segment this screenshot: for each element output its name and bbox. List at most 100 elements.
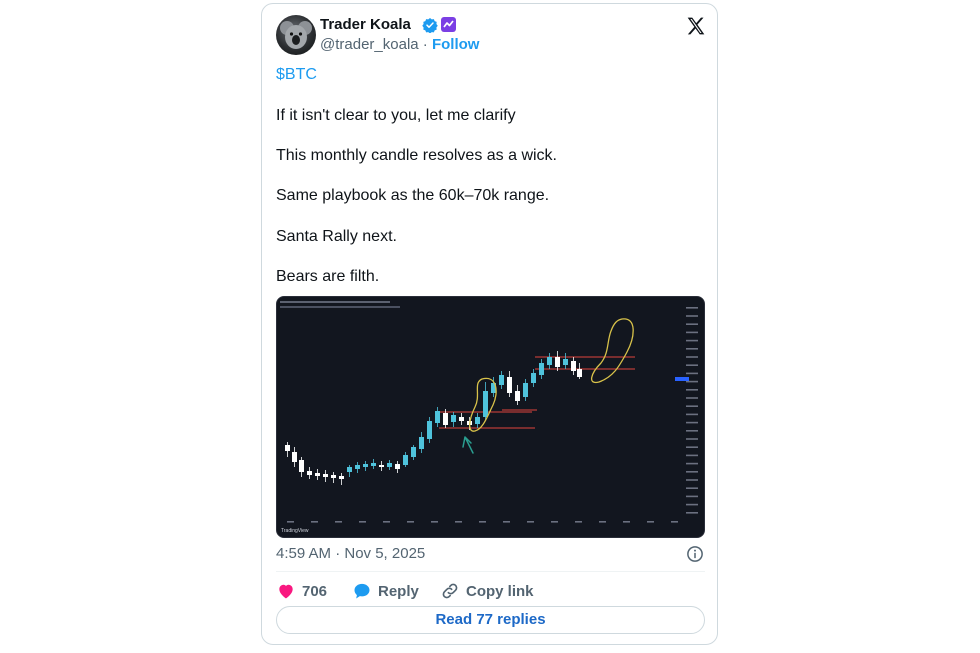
candle-body xyxy=(515,391,520,401)
candle-body xyxy=(555,357,560,367)
price-axis xyxy=(686,307,698,514)
time-axis-tick xyxy=(359,521,366,523)
price-axis-tick xyxy=(686,331,698,334)
time-axis-tick xyxy=(335,521,342,523)
price-axis-tick xyxy=(686,487,698,489)
like-count: 706 xyxy=(302,582,328,600)
candle-body xyxy=(339,476,344,479)
time-axis-tick xyxy=(575,521,582,523)
candle-body xyxy=(435,411,440,423)
price-axis-tick xyxy=(686,339,698,342)
price-axis-tick xyxy=(686,471,698,473)
candle-body xyxy=(531,373,536,383)
reply-bubble-icon xyxy=(354,583,370,599)
candle-body xyxy=(443,413,448,425)
candle-body xyxy=(499,375,504,385)
price-axis-tick xyxy=(686,421,698,424)
price-axis-tick xyxy=(686,503,698,506)
reply-button[interactable]: Reply xyxy=(352,581,419,601)
x-logo-icon[interactable] xyxy=(686,16,706,36)
reply-label: Reply xyxy=(378,582,419,600)
time-axis-tick xyxy=(479,521,486,523)
time-axis-tick xyxy=(383,521,390,523)
tradingview-watermark: TradingView xyxy=(281,528,309,534)
tweet-line-4: Santa Rally next. xyxy=(276,228,397,245)
affiliate-badge-icon xyxy=(441,17,456,32)
candle-body xyxy=(563,359,568,365)
tweet-line-1: If it isn't clear to you, let me clarify xyxy=(276,107,516,124)
candle-body xyxy=(459,417,464,421)
time-axis-tick xyxy=(311,521,318,523)
candle-body xyxy=(539,363,544,375)
like-button[interactable]: 706 xyxy=(276,581,327,601)
price-axis-tick xyxy=(686,413,698,416)
candle-body xyxy=(323,474,328,477)
time-axis-tick xyxy=(503,521,510,523)
candle-body xyxy=(387,463,392,467)
divider xyxy=(276,571,705,572)
candle-body xyxy=(315,473,320,476)
candle-body xyxy=(577,369,582,377)
price-axis-tick xyxy=(686,512,698,514)
price-axis-tick xyxy=(686,454,698,457)
price-axis-tick xyxy=(686,389,698,391)
author-handle-row: @trader_koala · Follow xyxy=(320,36,479,53)
price-axis-tick xyxy=(686,438,698,440)
author-handle[interactable]: @trader_koala xyxy=(320,36,419,53)
copy-link-button[interactable]: Copy link xyxy=(440,581,534,601)
time-axis-tick xyxy=(671,521,678,523)
time-axis-tick xyxy=(599,521,606,523)
chart-header-info xyxy=(280,301,400,308)
projected-wick-outline xyxy=(591,318,634,384)
entry-arrow-icon xyxy=(462,436,474,454)
time-axis-tick xyxy=(551,521,558,523)
author-name[interactable]: Trader Koala xyxy=(320,16,411,33)
candle-body xyxy=(475,417,480,424)
author-avatar[interactable] xyxy=(276,15,316,55)
time-axis-tick xyxy=(647,521,654,523)
time-axis-tick xyxy=(287,521,294,523)
candle-body xyxy=(427,421,432,439)
price-axis-tick xyxy=(686,479,698,481)
candle-body xyxy=(379,465,384,467)
support-resistance-levels xyxy=(439,356,635,429)
candle-body xyxy=(285,445,290,451)
heart-icon xyxy=(279,584,293,599)
candle-body xyxy=(355,465,360,469)
candle-body xyxy=(307,471,312,475)
candle-body xyxy=(451,415,456,422)
candle-body xyxy=(292,452,297,462)
attached-chart-image[interactable]: TradingView xyxy=(276,296,705,538)
candle-body xyxy=(571,361,576,371)
tweet-card: Trader Koala @trader_koala · Follow $BTC… xyxy=(261,3,718,645)
candle-body xyxy=(483,391,488,417)
tweet-line-5: Bears are filth. xyxy=(276,268,380,285)
candle-body xyxy=(403,455,408,465)
tweet-line-2: This monthly candle resolves as a wick. xyxy=(276,147,557,164)
price-axis-tick xyxy=(686,495,698,498)
time-axis-tick xyxy=(623,521,630,523)
verified-badge-icon xyxy=(422,18,438,33)
candle-body xyxy=(395,464,400,469)
price-axis-tick xyxy=(686,372,698,375)
read-replies-button[interactable]: Read 77 replies xyxy=(276,606,705,634)
price-axis-tick xyxy=(686,430,698,432)
current-price-marker xyxy=(675,377,689,381)
candles xyxy=(285,351,582,485)
price-axis-tick xyxy=(686,315,698,317)
follow-button[interactable]: Follow xyxy=(432,36,480,53)
tweet-timestamp[interactable]: 4:59 AM · Nov 5, 2025 xyxy=(276,545,425,562)
btc-monthly-candlestick-chart: TradingView xyxy=(280,301,698,534)
info-icon[interactable] xyxy=(686,545,704,563)
time-axis-tick xyxy=(527,521,534,523)
candle-body xyxy=(419,437,424,449)
price-axis-tick xyxy=(686,348,698,350)
price-axis-tick xyxy=(686,323,698,325)
candle-body xyxy=(363,464,368,467)
handle-separator: · xyxy=(418,36,432,53)
price-axis-tick xyxy=(686,380,698,383)
copy-link-label: Copy link xyxy=(466,582,534,600)
candle-body xyxy=(523,383,528,397)
cashtag-btc[interactable]: $BTC xyxy=(276,65,317,85)
time-axis xyxy=(287,521,678,523)
